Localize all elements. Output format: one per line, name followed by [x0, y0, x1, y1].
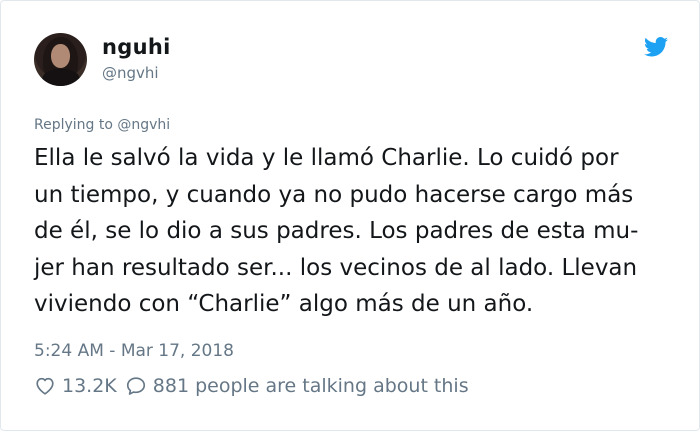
tweet-line: viviendo con “Charlie” algo más de un añ… [34, 291, 534, 317]
like-count: 13.2K [62, 375, 117, 397]
replying-mention[interactable]: @ngvhi [117, 117, 170, 133]
replying-to: Replying to @ngvhi [34, 117, 170, 133]
tweet-card: nguhi @ngvhi Replying to @ngvhi Ella le … [0, 0, 700, 431]
user-handle[interactable]: @ngvhi [102, 64, 159, 82]
tweet-line: de él, se lo dio a sus padres. Los padre… [34, 218, 639, 244]
tweet-text: Ella le salvó la vida y le llamó Charlie… [34, 140, 684, 323]
tweet-line: un tiempo, y cuando ya no pudo hacerse c… [34, 181, 634, 208]
tweet-line: Ella le salvó la vida y le llamó Charlie… [34, 145, 619, 171]
tweet-timestamp[interactable]: 5:24 AM - Mar 17, 2018 [34, 341, 234, 361]
user-name[interactable]: nguhi [102, 35, 171, 59]
conversation-count: 881 people are talking about this [152, 375, 469, 397]
avatar-body [42, 69, 80, 86]
avatar[interactable] [34, 33, 87, 86]
tweet-actions: 13.2K 881 people are talking about this [34, 375, 469, 397]
reply-action[interactable]: 881 people are talking about this [125, 375, 469, 397]
twitter-bird-icon[interactable] [644, 37, 668, 57]
heart-icon [36, 377, 54, 395]
like-action[interactable]: 13.2K [34, 375, 117, 397]
avatar-face [51, 44, 70, 68]
replying-prefix: Replying to [34, 117, 113, 133]
tweet-line: jer han resultado ser... los vecinos de … [34, 254, 638, 281]
speech-bubble-icon [126, 377, 145, 395]
